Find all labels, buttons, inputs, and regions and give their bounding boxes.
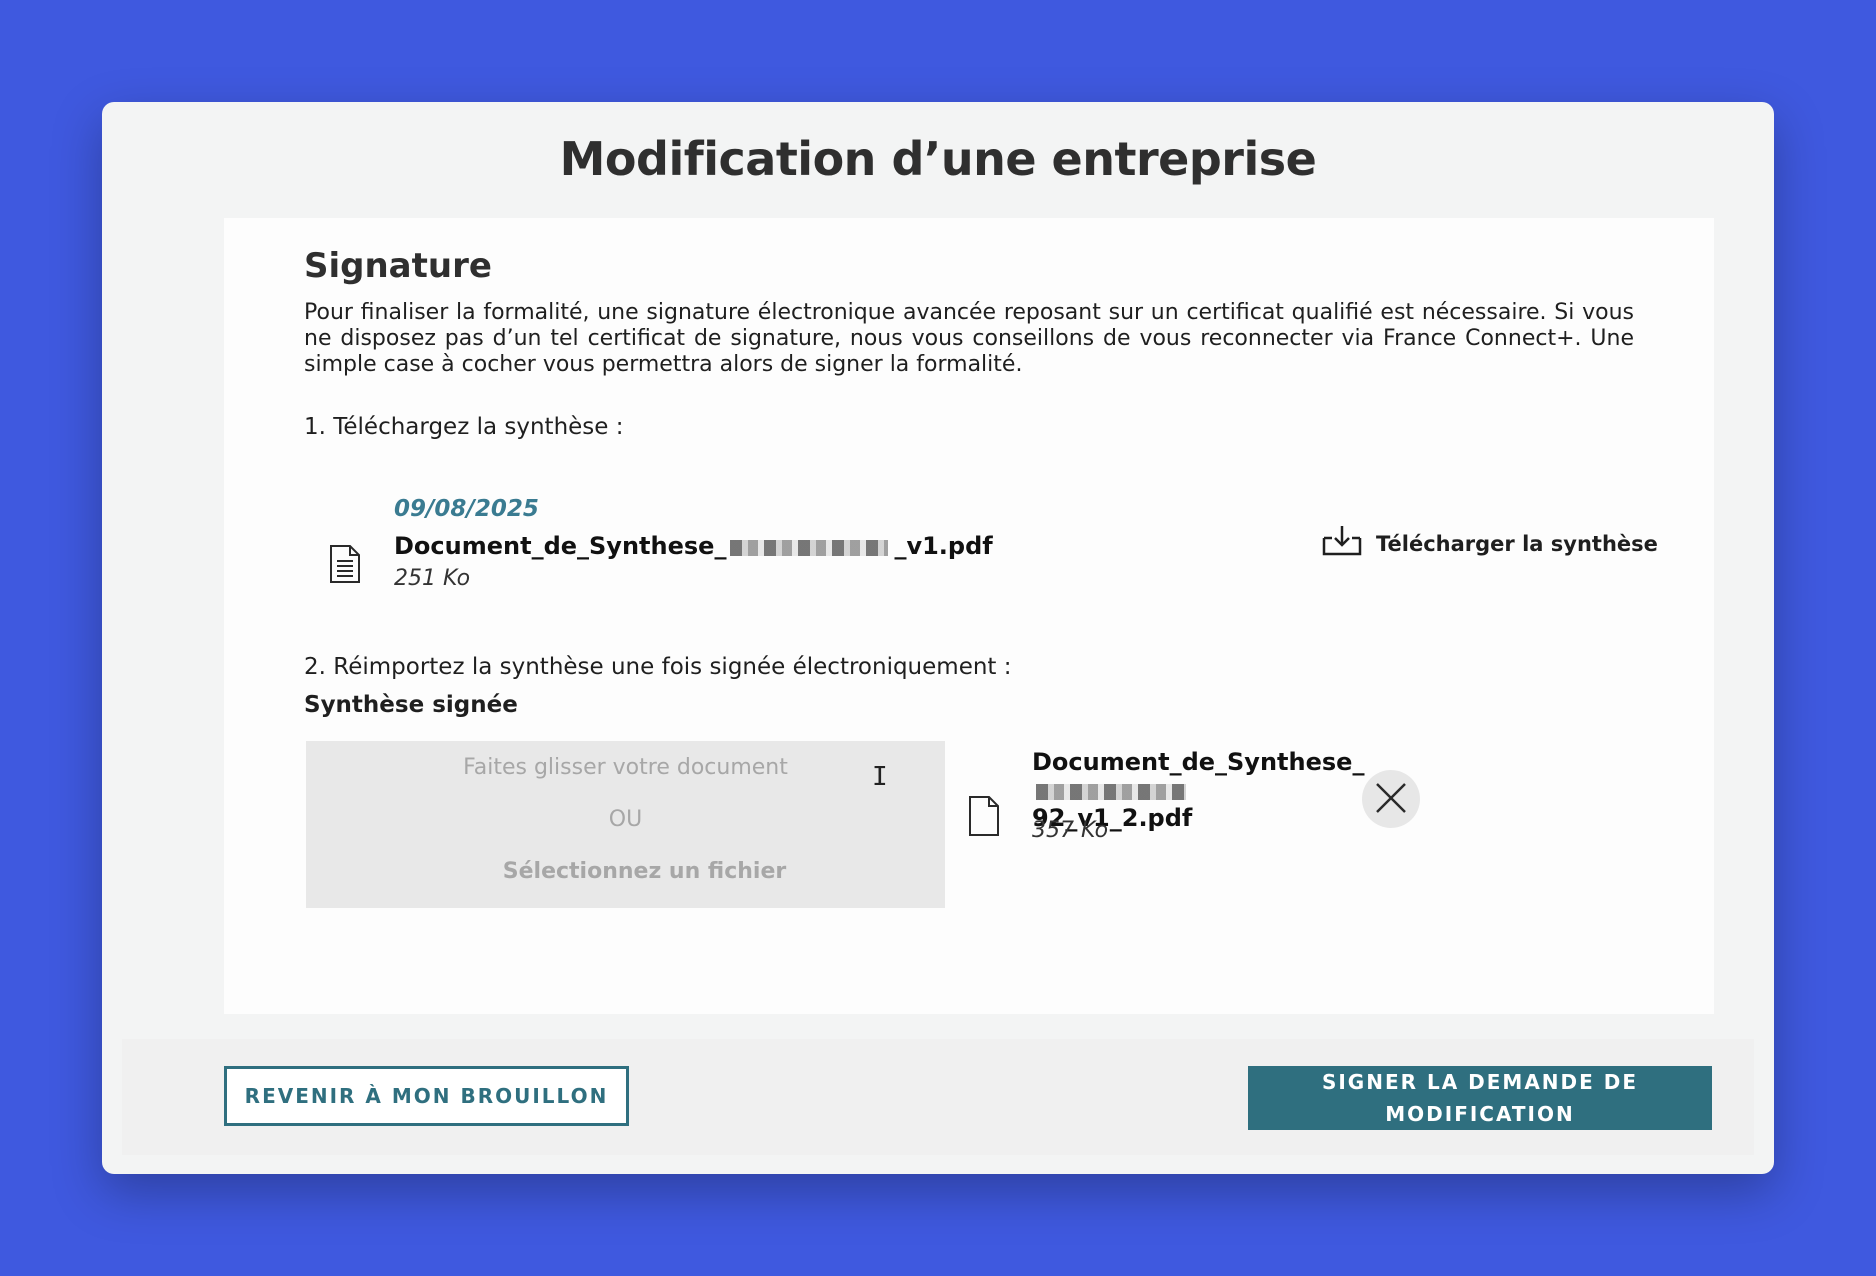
sign-request-button[interactable]: SIGNER LA DEMANDE DE MODIFICATION	[1248, 1066, 1712, 1130]
modal-window: Modification d’une entreprise Signature …	[102, 102, 1774, 1174]
select-file-link[interactable]: Sélectionnez un fichier	[306, 859, 945, 884]
signature-card: Signature Pour finaliser la formalité, u…	[224, 218, 1714, 1014]
file-date: 09/08/2025	[394, 496, 539, 522]
text-cursor: I	[872, 762, 888, 792]
close-icon	[1374, 781, 1408, 818]
page-title: Modification d’une entreprise	[559, 132, 1317, 186]
synthesis-file-size: 251 Ko	[394, 566, 471, 591]
step-2-label: 2. Réimportez la synthèse une fois signé…	[304, 654, 1012, 680]
download-synthesis-button[interactable]: Télécharger la synthèse	[1320, 524, 1658, 563]
uploaded-file-size: 357 Ko	[1032, 818, 1109, 843]
file-name-suffix: _v1.pdf	[894, 532, 993, 560]
download-tray-icon	[1320, 524, 1364, 563]
dropzone-or-text: OU	[608, 807, 643, 832]
synthesis-file-name: Document_de_Synthese_ _v1.pdf	[394, 532, 993, 560]
section-title: Signature	[304, 246, 492, 286]
document-lines-icon	[329, 544, 361, 584]
redacted-segment	[1036, 784, 1186, 800]
document-icon	[968, 795, 1000, 836]
back-to-draft-button[interactable]: REVENIR À MON BROUILLON	[224, 1066, 629, 1126]
step-1-label: 1. Téléchargez la synthèse :	[304, 414, 624, 440]
remove-file-button[interactable]	[1362, 770, 1420, 828]
intro-text: Pour finaliser la formalité, une signatu…	[304, 300, 1634, 377]
file-dropzone[interactable]: Faites glisser votre document OU Sélecti…	[306, 741, 945, 908]
file-name-prefix: Document_de_Synthese_	[394, 532, 727, 560]
dropzone-drag-text: Faites glisser votre document	[463, 755, 788, 780]
redacted-segment	[730, 540, 889, 556]
signed-synthesis-heading: Synthèse signée	[304, 692, 518, 718]
download-label: Télécharger la synthèse	[1376, 531, 1658, 556]
uploaded-name-prefix: Document_de_Synthese_	[1032, 748, 1365, 776]
